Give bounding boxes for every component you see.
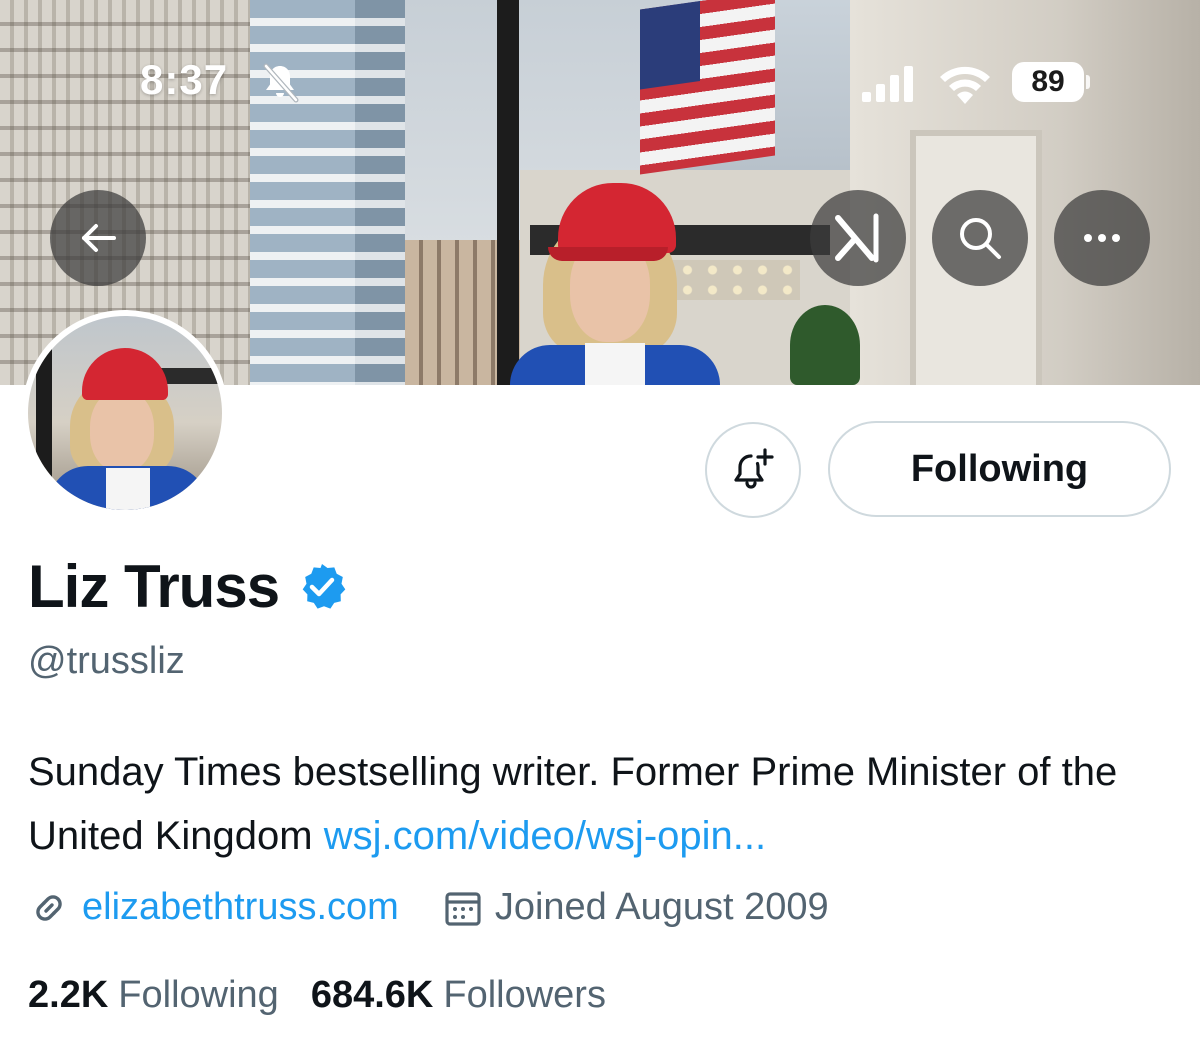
wifi-icon [940,66,990,104]
profile-meta: elizabethtruss.com Joined August 2009 [28,886,829,929]
avatar-face [90,390,154,472]
search-button[interactable] [932,190,1028,286]
more-button[interactable] [1054,190,1150,286]
following-label[interactable]: Following [118,974,279,1017]
user-handle: @trussliz [28,640,185,682]
banner-building-glass [250,0,405,385]
person-shirt [585,343,645,385]
grok-button[interactable] [810,190,906,286]
battery-indicator: 89 [1012,62,1090,102]
bell-plus-icon [734,448,774,489]
battery-tip [1086,75,1090,89]
joined-date: Joined August 2009 [494,886,829,928]
person-cap [548,183,676,261]
banner-building-right [850,0,1200,385]
profile-bio: Sunday Times bestselling writer. Former … [28,740,1178,868]
avatar-pole [36,316,52,510]
arrow-left-icon [82,224,116,252]
status-time: 8:37 [140,56,229,103]
followers-count[interactable]: 684.6K [311,974,434,1017]
link-icon [36,894,62,921]
following-count[interactable]: 2.2K [28,974,108,1017]
website-link[interactable]: elizabethtruss.com [82,886,399,929]
verified-badge-icon[interactable] [297,562,347,612]
name-row: Liz Truss [28,552,347,621]
calendar-icon [445,891,481,926]
back-button[interactable] [50,190,146,286]
avatar[interactable] [22,310,228,516]
more-icon [1084,234,1120,242]
banner-tree [790,305,860,385]
avatar-shirt [106,468,150,510]
avatar-cap [82,348,168,400]
grok-icon [835,213,879,263]
american-flag [640,0,775,175]
following-button[interactable]: Following [828,421,1171,517]
cell-signal-icon [862,66,913,102]
notifications-button[interactable] [705,422,801,518]
followers-label[interactable]: Followers [443,974,606,1017]
search-icon [960,218,1001,259]
avatar-image [28,316,222,510]
bio-link[interactable]: wsj.com/video/wsj-opin... [324,814,766,858]
bell-slash-icon [263,63,299,103]
battery-level: 89 [1012,62,1084,102]
follow-stats: 2.2K Following 684.6K Followers [28,974,606,1017]
display-name: Liz Truss [28,553,280,620]
banner-person [510,175,720,385]
